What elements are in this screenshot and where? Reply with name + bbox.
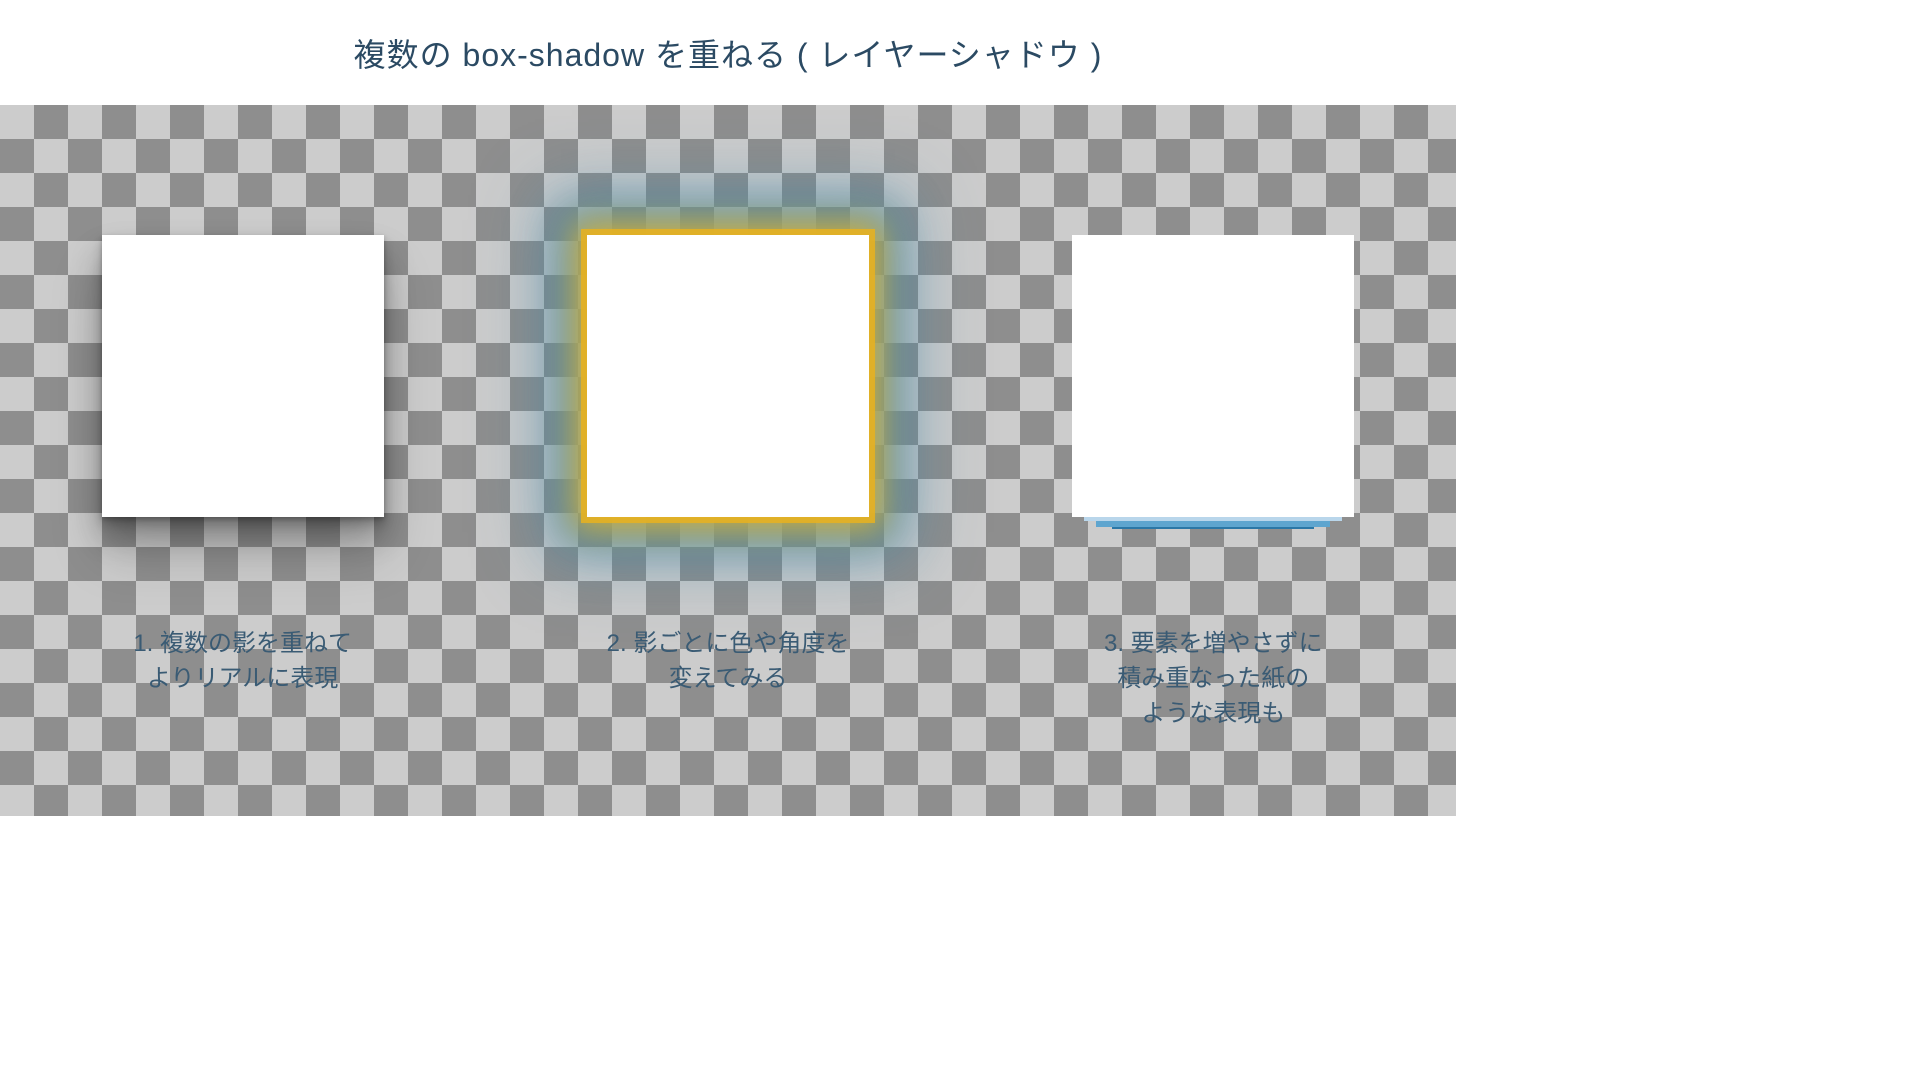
shadow-demo-box-1 [102,235,384,517]
example-2: 2. 影ごとに色や角度を 変えてみる [528,235,928,697]
shadow-demo-box-2 [587,235,869,517]
example-3: 3. 要素を増やさずに 積み重なった紙の ような表現も [1013,235,1413,731]
header: 複数の box-shadow を重ねる ( レイヤーシャドウ ) [0,0,1456,105]
caption-3: 3. 要素を増やさずに 積み重なった紙の ような表現も [1104,627,1323,731]
shadow-demo-box-3 [1072,235,1354,517]
page-title: 複数の box-shadow を重ねる ( レイヤーシャドウ ) [354,30,1103,76]
example-1: 1. 複数の影を重ねて よりリアルに表現 [43,235,443,697]
demo-stage: 1. 複数の影を重ねて よりリアルに表現 2. 影ごとに色や角度を 変えてみる … [0,105,1456,816]
caption-1: 1. 複数の影を重ねて よりリアルに表現 [133,627,352,697]
caption-2: 2. 影ごとに色や角度を 変えてみる [607,627,850,697]
